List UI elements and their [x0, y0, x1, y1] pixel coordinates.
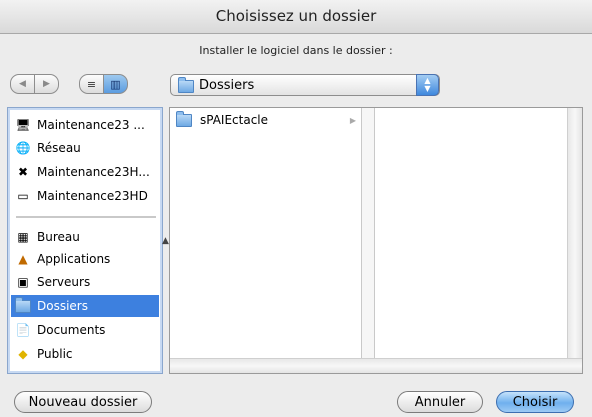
list-view-button[interactable]: ≡	[79, 74, 104, 94]
applications-icon: ▲	[18, 252, 28, 266]
prompt-text: Installer le logiciel dans le dossier :	[199, 44, 393, 57]
item-label: sPAIEctacle	[200, 113, 269, 127]
sidebar-item-label: Documents	[37, 323, 106, 337]
left-arrow-icon: ◀	[19, 79, 26, 89]
choose-button[interactable]: Choisir	[496, 391, 574, 413]
sidebar-item-computer[interactable]: 🖥 Maintenance23 ...	[11, 114, 159, 136]
cancel-button[interactable]: Annuler	[397, 391, 483, 413]
window-titlebar: Choisissez un dossier	[0, 0, 592, 34]
column-view-button[interactable]: ▥	[104, 74, 128, 94]
horizontal-scrollbar[interactable]	[170, 358, 582, 373]
folder-icon	[176, 110, 192, 127]
list-item[interactable]: sPAIEctacle ▶	[176, 110, 356, 128]
sidebar-item-dossiers[interactable]: Dossiers	[11, 295, 159, 317]
network-icon: 🌐	[15, 141, 31, 155]
sidebar-item-label: Applications	[37, 252, 111, 266]
sidebar-item-public[interactable]: ◆ Public	[11, 343, 159, 365]
sidebar-item-documents[interactable]: 📄 Documents	[11, 319, 159, 341]
window-title: Choisissez un dossier	[215, 7, 377, 25]
sidebar-item-label: Maintenance23 ...	[37, 118, 145, 132]
folder-icon	[178, 77, 194, 93]
sidebar-item-hard-disk[interactable]: ▭ Maintenance23HD	[11, 185, 159, 207]
location-popup-label: Dossiers	[199, 77, 255, 93]
osx-disk-icon: ✖	[17, 165, 29, 179]
back-button[interactable]: ◀	[10, 74, 35, 94]
popup-arrows-icon: ▲ ▼	[416, 74, 439, 96]
browser-column-1: sPAIEctacle ▶	[170, 108, 362, 358]
view-mode-control: ≡ ▥	[79, 74, 128, 94]
history-navigation: ◀ ▶	[10, 74, 59, 94]
sidebar-item-label: Bureau	[37, 230, 80, 244]
sidebar-item-label: Maintenance23H...	[37, 165, 150, 179]
column-resize-handle[interactable]	[362, 108, 375, 358]
desktop-icon: ▦	[17, 230, 29, 244]
sidebar-item-applications[interactable]: ▲ Applications	[11, 248, 159, 270]
sidebar-item-label: Serveurs	[37, 275, 91, 289]
sidebar-item-servers[interactable]: ▣ Serveurs	[11, 271, 159, 293]
column-browser: sPAIEctacle ▶	[169, 107, 583, 374]
sidebar-item-osx-disk[interactable]: ✖ Maintenance23H...	[11, 161, 159, 183]
sidebar-item-label: Réseau	[37, 141, 81, 155]
computer-icon: 🖥	[15, 118, 31, 132]
right-arrow-icon: ▶	[43, 79, 50, 89]
new-folder-button[interactable]: Nouveau dossier	[14, 391, 152, 413]
forward-button[interactable]: ▶	[35, 74, 59, 94]
documents-icon: 📄	[15, 323, 31, 337]
sidebar-item-label: Public	[37, 347, 73, 361]
column-view-icon: ▥	[110, 77, 121, 91]
sidebar-item-desktop[interactable]: ▦ Bureau	[11, 226, 159, 248]
sidebar-item-label: Maintenance23HD	[37, 189, 148, 203]
public-icon: ◆	[18, 347, 28, 361]
sidebar-splitter-handle[interactable]: ▲	[162, 236, 169, 246]
servers-icon: ▣	[17, 275, 29, 289]
folder-icon	[15, 296, 31, 314]
sidebar: 🖥 Maintenance23 ... 🌐 Réseau ✖ Maintenan…	[7, 107, 163, 374]
hard-disk-icon: ▭	[17, 189, 29, 203]
disclosure-arrow-icon: ▶	[349, 115, 356, 125]
location-popup[interactable]: Dossiers ▲ ▼	[170, 74, 440, 96]
list-view-icon: ≡	[86, 77, 97, 91]
sidebar-divider	[16, 216, 156, 218]
vertical-scrollbar[interactable]	[567, 108, 582, 358]
sidebar-item-label: Dossiers	[37, 299, 88, 313]
sidebar-item-network[interactable]: 🌐 Réseau	[11, 137, 159, 159]
